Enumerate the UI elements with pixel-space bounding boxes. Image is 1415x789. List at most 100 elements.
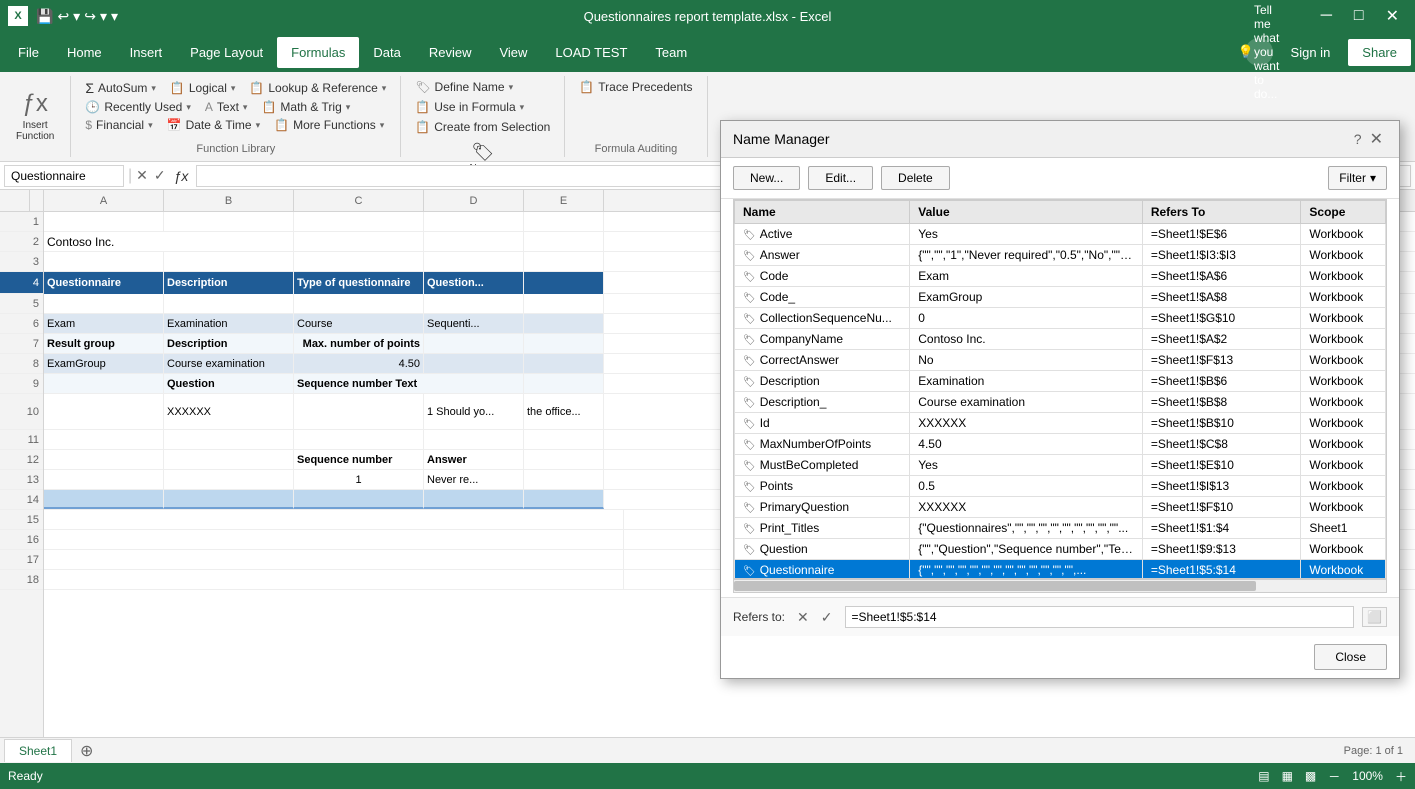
recently-used-btn[interactable]: 🕒 Recently Used ▾ [79,98,197,116]
nm-row-points[interactable]: 🏷Points 0.5 =Sheet1!$I$13 Workbook [735,476,1386,497]
cell-b14[interactable] [164,490,294,509]
cell-row18[interactable] [44,570,624,589]
cell-c12[interactable]: Sequence number [294,450,424,469]
nm-row-mustbecompleted[interactable]: 🏷MustBeCompleted Yes =Sheet1!$E$10 Workb… [735,455,1386,476]
cell-b10[interactable]: XXXXXX [164,394,294,430]
nm-row-companyname[interactable]: 🏷CompanyName Contoso Inc. =Sheet1!$A$2 W… [735,329,1386,350]
zoom-in-icon[interactable]: ＋ [1395,768,1407,785]
cell-a14[interactable] [44,490,164,509]
text-btn[interactable]: A Text ▾ [199,98,254,116]
menu-home[interactable]: Home [53,37,116,68]
logical-dropdown-icon[interactable]: ▾ [231,83,236,94]
insert-function-btn[interactable]: ƒx InsertFunction [8,78,62,154]
more-functions-btn[interactable]: 📋 More Functions ▾ [268,116,390,134]
nm-horizontal-scrollbar[interactable] [733,579,1387,593]
cell-d10[interactable]: 1 Should yo... [424,394,524,430]
refers-to-confirm-icon[interactable]: ✓ [817,607,837,628]
nm-row-code-[interactable]: 🏷Code_ ExamGroup =Sheet1!$A$8 Workbook [735,287,1386,308]
cell-b1[interactable] [164,212,294,231]
datetime-dropdown-icon[interactable]: ▾ [256,120,261,131]
cell-a3[interactable] [44,252,164,271]
help-search[interactable]: 💡 Tell me what you want to do... [1245,38,1273,66]
use-in-formula-btn[interactable]: 📋 Use in Formula ▾ [409,98,530,116]
cell-row15[interactable] [44,510,624,529]
dialog-help-btn[interactable]: ? [1354,131,1362,147]
minimize-btn[interactable]: ─ [1313,3,1340,29]
refers-to-input[interactable] [845,606,1355,628]
nm-close-btn[interactable]: Close [1314,644,1387,670]
cell-e5[interactable] [524,294,604,313]
restore-btn[interactable]: □ [1346,3,1372,29]
menu-data[interactable]: Data [359,37,414,68]
refers-to-expand-btn[interactable]: ⬜ [1362,607,1387,627]
cell-d5[interactable] [424,294,524,313]
cell-e9[interactable] [524,374,604,393]
nm-row-active[interactable]: 🏷Active Yes =Sheet1!$E$6 Workbook [735,224,1386,245]
nm-row-correctanswer[interactable]: 🏷CorrectAnswer No =Sheet1!$F$13 Workbook [735,350,1386,371]
cell-e4[interactable] [524,272,604,294]
nm-row-answer[interactable]: 🏷Answer {"","","1","Never required","0.5… [735,245,1386,266]
cell-c9[interactable]: Sequence number Text [294,374,524,393]
autosum-dropdown-icon[interactable]: ▾ [151,83,156,94]
menu-file[interactable]: File [4,37,53,68]
cell-d1[interactable] [424,212,524,231]
nm-row-maxpoints[interactable]: 🏷MaxNumberOfPoints 4.50 =Sheet1!$C$8 Wor… [735,434,1386,455]
cell-c13[interactable]: 1 [294,470,424,489]
menu-page-layout[interactable]: Page Layout [176,37,277,68]
zoom-out-icon[interactable]: － [1328,768,1340,785]
autosum-btn[interactable]: Σ AutoSum ▾ [79,78,162,98]
trace-precedents-btn[interactable]: 📋 Trace Precedents [573,78,698,96]
cancel-formula-icon[interactable]: ✕ [136,167,148,184]
create-from-selection-btn[interactable]: 📋 Create from Selection [409,118,556,136]
add-sheet-btn[interactable]: ⊕ [74,741,99,761]
filter-btn[interactable]: Filter ▾ [1328,166,1387,190]
math-dropdown-icon[interactable]: ▾ [346,102,351,113]
redo-icon[interactable]: ↪ [84,8,96,25]
cell-c10[interactable] [294,394,424,430]
cell-b8[interactable]: Course examination [164,354,294,373]
cell-e3[interactable] [524,252,604,271]
view-layout-icon[interactable]: ▦ [1282,769,1293,783]
date-time-btn[interactable]: 📅 Date & Time ▾ [161,116,267,134]
cell-b5[interactable] [164,294,294,313]
sign-in-btn[interactable]: Sign in [1281,39,1341,66]
refers-to-cancel-icon[interactable]: ✕ [793,607,813,628]
cell-b7[interactable]: Description [164,334,294,353]
cell-e2[interactable] [524,232,604,251]
cell-e6[interactable] [524,314,604,333]
cell-c5[interactable] [294,294,424,313]
cell-a6[interactable]: Exam [44,314,164,333]
cell-b3[interactable] [164,252,294,271]
cell-d2[interactable] [424,232,524,251]
cell-d3[interactable] [424,252,524,271]
cell-d6[interactable]: Sequenti... [424,314,524,333]
menu-review[interactable]: Review [415,37,486,68]
cell-a13[interactable] [44,470,164,489]
cell-c2[interactable] [294,232,424,251]
use-formula-dropdown-icon[interactable]: ▾ [520,102,525,113]
menu-view[interactable]: View [485,37,541,68]
cell-d12[interactable]: Answer [424,450,524,469]
cell-e7[interactable] [524,334,604,353]
cell-a12[interactable] [44,450,164,469]
cell-b6[interactable]: Examination [164,314,294,333]
cell-a5[interactable] [44,294,164,313]
math-trig-btn[interactable]: 📋 Math & Trig ▾ [255,98,356,116]
define-name-btn[interactable]: 🏷 Define Name ▾ [409,78,519,96]
financial-dropdown-icon[interactable]: ▾ [148,120,153,131]
cell-b9[interactable]: Question [164,374,294,393]
view-page-break-icon[interactable]: ▩ [1305,769,1316,783]
cell-row17[interactable] [44,550,624,569]
cell-a8[interactable]: ExamGroup [44,354,164,373]
view-normal-icon[interactable]: ▤ [1258,769,1269,783]
recently-used-dropdown-icon[interactable]: ▾ [186,102,191,113]
cell-c4[interactable]: Type of questionnaire [294,272,424,294]
cell-c14[interactable] [294,490,424,509]
nm-row-code[interactable]: 🏷Code Exam =Sheet1!$A$6 Workbook [735,266,1386,287]
financial-btn[interactable]: $ Financial ▾ [79,116,158,134]
nm-row-primaryquestion[interactable]: 🏷PrimaryQuestion XXXXXX =Sheet1!$F$10 Wo… [735,497,1386,518]
cell-a11[interactable] [44,430,164,449]
cell-c6[interactable]: Course [294,314,424,333]
delete-btn[interactable]: Delete [881,166,950,190]
cell-a10[interactable] [44,394,164,430]
